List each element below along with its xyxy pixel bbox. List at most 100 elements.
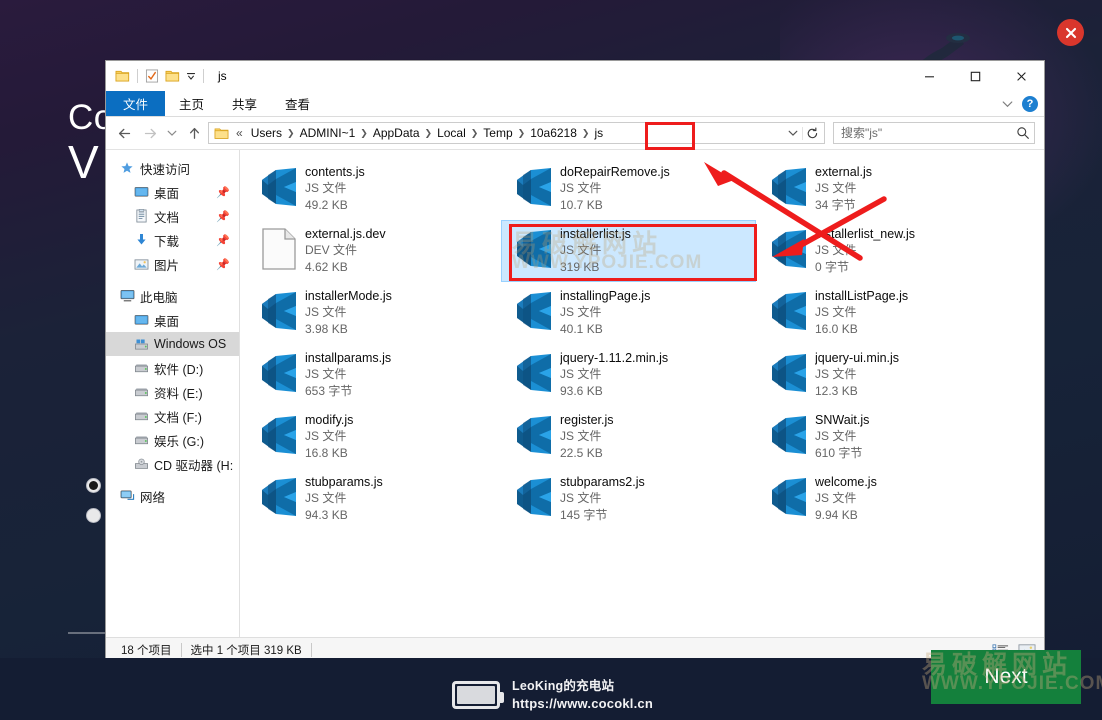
file-item[interactable]: SNWait.js JS 文件 610 字节: [756, 406, 1011, 468]
breadcrumb-users[interactable]: Users: [247, 126, 286, 140]
next-button[interactable]: Next: [931, 650, 1081, 704]
file-type: JS 文件: [815, 181, 857, 195]
file-item[interactable]: doRepairRemove.js JS 文件 10.7 KB: [501, 158, 756, 220]
pin-icon[interactable]: 📌: [216, 186, 230, 199]
sidebar-item-drive-e[interactable]: 资料 (E:): [106, 380, 239, 404]
sidebar-item-downloads[interactable]: 下载 📌: [106, 228, 239, 252]
sidebar-item-cd-drive[interactable]: CD 驱动器 (H:: [106, 452, 239, 476]
refresh-button[interactable]: [802, 126, 822, 140]
file-name: register.js: [560, 413, 614, 427]
refresh-icon: [807, 126, 818, 138]
js-file-icon: [763, 287, 815, 335]
breadcrumb-appdata[interactable]: AppData: [369, 126, 424, 140]
pin-icon[interactable]: 📌: [216, 258, 230, 271]
arrow-right-icon: [144, 128, 156, 138]
properties-checkmark-icon[interactable]: [145, 69, 159, 83]
installer-radio-option-2[interactable]: [86, 500, 101, 530]
file-item[interactable]: jquery-ui.min.js JS 文件 12.3 KB: [756, 344, 1011, 406]
file-item[interactable]: external.js JS 文件 34 字节: [756, 158, 1011, 220]
maximize-button[interactable]: [952, 61, 998, 91]
breadcrumb-overflow[interactable]: «: [232, 126, 247, 140]
breadcrumb-admini[interactable]: ADMINI~1: [296, 126, 360, 140]
file-item[interactable]: stubparams2.js JS 文件 145 字节: [501, 468, 756, 530]
file-type: JS 文件: [560, 243, 602, 257]
breadcrumb-10a6218[interactable]: 10a6218: [526, 126, 581, 140]
js-file-icon: [508, 287, 560, 335]
breadcrumb[interactable]: « Users ❯ ADMINI~1 ❯ AppData ❯ Local ❯ T…: [208, 122, 825, 144]
file-size: 22.5 KB: [560, 446, 603, 460]
file-item[interactable]: jquery-1.11.2.min.js JS 文件 93.6 KB: [501, 344, 756, 406]
brand-footer: LeoKing的充电站 https://www.cocokl.cn: [452, 678, 653, 712]
tab-file[interactable]: 文件: [106, 91, 166, 116]
sidebar-section-network[interactable]: 网络: [106, 484, 239, 508]
tab-share[interactable]: 共享: [218, 91, 271, 116]
file-item[interactable]: external.js.dev DEV 文件 4.62 KB: [246, 220, 501, 282]
new-folder-icon[interactable]: [165, 69, 180, 83]
sidebar-item-drive-g[interactable]: 娱乐 (G:): [106, 428, 239, 452]
explorer-titlebar: js: [106, 61, 1044, 91]
file-item[interactable]: contents.js JS 文件 49.2 KB: [246, 158, 501, 220]
file-item[interactable]: installerMode.js JS 文件 3.98 KB: [246, 282, 501, 344]
file-item-selected[interactable]: installerlist.js JS 文件 319 KB: [501, 220, 756, 282]
file-list-pane[interactable]: contents.js JS 文件 49.2 KB doRepairRemove.j…: [240, 150, 1044, 637]
tab-view[interactable]: 查看: [271, 91, 324, 116]
window-controls: [906, 61, 1044, 91]
file-size: 3.98 KB: [305, 322, 348, 336]
search-box[interactable]: [833, 122, 1035, 144]
sidebar-item-desktop[interactable]: 桌面 📌: [106, 180, 239, 204]
sidebar-item-pictures[interactable]: 图片 📌: [106, 252, 239, 276]
address-dropdown-button[interactable]: [784, 129, 802, 137]
back-button[interactable]: [114, 121, 136, 145]
file-item[interactable]: installingPage.js JS 文件 40.1 KB: [501, 282, 756, 344]
file-item[interactable]: stubparams.js JS 文件 94.3 KB: [246, 468, 501, 530]
js-file-icon: [508, 163, 560, 211]
sidebar-item-documents[interactable]: 文档 📌: [106, 204, 239, 228]
chevron-down-icon[interactable]: [186, 71, 196, 81]
breadcrumb-temp[interactable]: Temp: [479, 126, 516, 140]
close-circle-icon: [1065, 27, 1076, 38]
status-divider-2: [310, 642, 312, 657]
file-item[interactable]: modify.js JS 文件 16.8 KB: [246, 406, 501, 468]
file-item[interactable]: installparams.js JS 文件 653 字节: [246, 344, 501, 406]
file-size: 610 字节: [815, 446, 863, 460]
file-item[interactable]: installerlist_new.js JS 文件 0 字节: [756, 220, 1011, 282]
pin-icon[interactable]: 📌: [216, 210, 230, 223]
pictures-icon: [132, 258, 150, 271]
file-name: installerMode.js: [305, 289, 392, 303]
file-type: JS 文件: [815, 367, 857, 381]
sidebar-section-this-pc[interactable]: 此电脑: [106, 284, 239, 308]
arrow-up-icon: [189, 127, 199, 139]
forward-button[interactable]: [139, 121, 161, 145]
folder-icon[interactable]: [115, 69, 130, 83]
sidebar-item-desktop-2[interactable]: 桌面: [106, 308, 239, 332]
breadcrumb-js[interactable]: js: [590, 126, 607, 140]
pin-icon[interactable]: 📌: [216, 234, 230, 247]
installer-close-button[interactable]: [1057, 19, 1084, 46]
up-button[interactable]: [183, 121, 205, 145]
file-size: 653 字节: [305, 384, 353, 398]
sidebar-item-windows-os[interactable]: Windows OS: [106, 332, 239, 356]
chevron-down-icon[interactable]: [1002, 100, 1013, 108]
file-item[interactable]: welcome.js JS 文件 9.94 KB: [756, 468, 1011, 530]
file-item[interactable]: installListPage.js JS 文件 16.0 KB: [756, 282, 1011, 344]
generic-file-icon: [253, 225, 305, 273]
installer-radio-option-1[interactable]: [86, 470, 101, 500]
search-input[interactable]: [841, 126, 1016, 140]
search-icon[interactable]: [1016, 126, 1030, 140]
quick-access-toolbar: js: [106, 69, 227, 83]
file-item[interactable]: register.js JS 文件 22.5 KB: [501, 406, 756, 468]
help-button[interactable]: ?: [1022, 96, 1038, 112]
file-size: 16.8 KB: [305, 446, 348, 460]
breadcrumb-local[interactable]: Local: [433, 126, 470, 140]
close-button[interactable]: [998, 61, 1044, 91]
sidebar-item-drive-d[interactable]: 软件 (D:): [106, 356, 239, 380]
minimize-button[interactable]: [906, 61, 952, 91]
explorer-window-title: js: [218, 69, 227, 83]
file-size: 145 字节: [560, 508, 608, 522]
desktop-icon: [132, 314, 150, 327]
recent-locations-button[interactable]: [164, 121, 180, 145]
sidebar-section-quick-access[interactable]: 快速访问: [106, 156, 239, 180]
file-grid: contents.js JS 文件 49.2 KB doRepairRemove.j…: [246, 158, 1044, 530]
sidebar-item-drive-f[interactable]: 文档 (F:): [106, 404, 239, 428]
tab-home[interactable]: 主页: [165, 91, 218, 116]
